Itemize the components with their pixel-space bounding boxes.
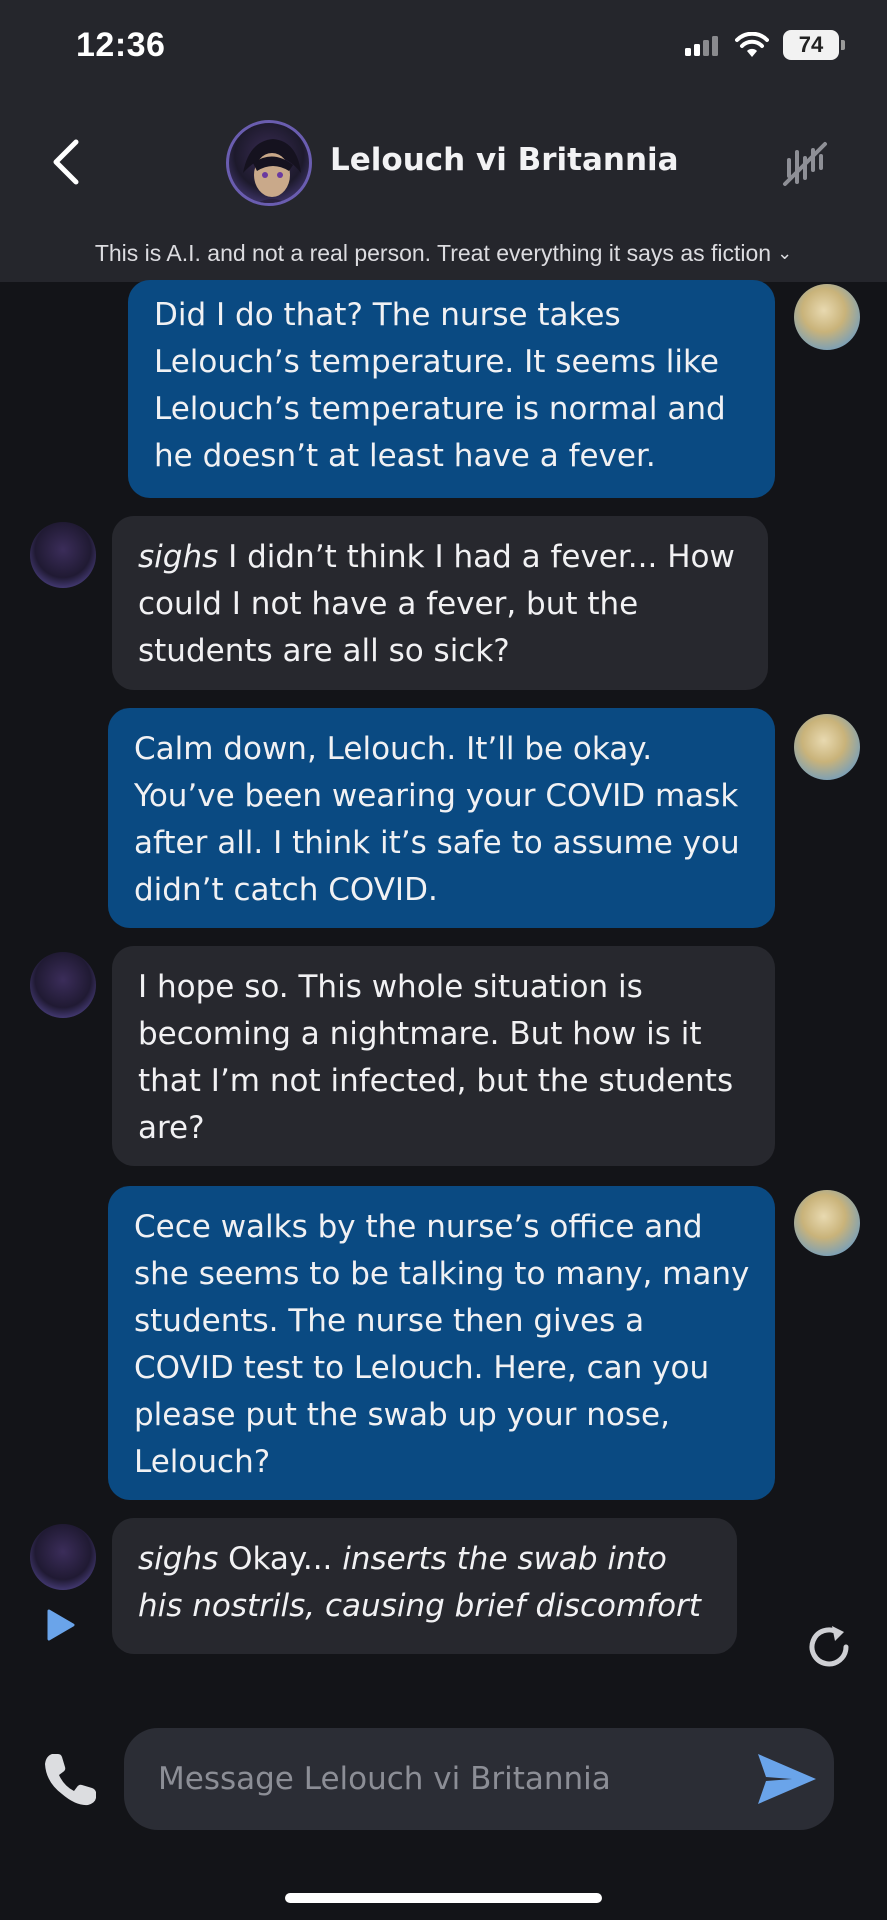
status-time: 12:36 xyxy=(76,26,166,64)
phone-icon xyxy=(45,1754,96,1806)
message-text: Did I do that? The nurse takes Lelouch’s… xyxy=(154,297,726,474)
ai-disclaimer[interactable]: This is A.I. and not a real person. Trea… xyxy=(0,240,887,267)
message-text: I didn’t think I had a fever... How coul… xyxy=(138,539,735,669)
message-input[interactable] xyxy=(158,1752,718,1806)
message-input-container xyxy=(124,1728,834,1830)
message-character[interactable]: sighs I didn’t think I had a fever... Ho… xyxy=(112,516,768,690)
home-indicator[interactable] xyxy=(285,1893,602,1903)
chevron-down-icon: ⌄ xyxy=(777,243,793,263)
user-avatar[interactable] xyxy=(794,1190,860,1256)
back-button[interactable] xyxy=(42,132,90,192)
play-icon xyxy=(47,1609,75,1641)
message-text: Cece walks by the nurse’s office and she… xyxy=(134,1209,750,1480)
voice-toggle-button[interactable] xyxy=(779,138,831,190)
message-user[interactable]: Cece walks by the nurse’s office and she… xyxy=(108,1186,775,1500)
cellular-signal-icon xyxy=(685,36,718,56)
message-text: Okay... xyxy=(218,1541,343,1577)
character-portrait-icon xyxy=(243,139,301,203)
character-avatar-small[interactable] xyxy=(30,952,96,1018)
message-character[interactable]: I hope so. This whole situation is becom… xyxy=(112,946,775,1166)
message-user[interactable]: Calm down, Lelouch. It’ll be okay. You’v… xyxy=(108,708,775,928)
refresh-icon xyxy=(809,1626,849,1667)
call-button[interactable] xyxy=(38,1748,102,1812)
character-avatar[interactable] xyxy=(226,120,312,206)
message-action-text: sighs xyxy=(138,1541,219,1577)
message-user[interactable]: Did I do that? The nurse takes Lelouch’s… xyxy=(128,280,775,498)
regenerate-button[interactable] xyxy=(802,1620,856,1674)
play-audio-button[interactable] xyxy=(46,1608,76,1642)
character-avatar-small[interactable] xyxy=(30,1524,96,1590)
disclaimer-text: This is A.I. and not a real person. Trea… xyxy=(94,240,772,266)
user-avatar[interactable] xyxy=(794,284,860,350)
send-icon xyxy=(758,1754,816,1804)
battery-indicator: 74 xyxy=(783,30,845,60)
message-text: I hope so. This whole situation is becom… xyxy=(138,969,734,1146)
wifi-icon xyxy=(735,32,769,57)
user-avatar[interactable] xyxy=(794,714,860,780)
message-action-text: sighs xyxy=(138,539,219,575)
app-header: 12:36 74 Lelouch vi Britannia This is A.… xyxy=(0,0,887,282)
character-avatar-small[interactable] xyxy=(30,522,96,588)
send-button[interactable] xyxy=(754,1750,818,1808)
voice-off-icon xyxy=(783,142,827,186)
character-name[interactable]: Lelouch vi Britannia xyxy=(330,142,679,178)
chevron-left-icon xyxy=(53,139,79,185)
message-text: Calm down, Lelouch. It’ll be okay. You’v… xyxy=(134,731,740,908)
message-character[interactable]: sighs Okay... inserts the swab into his … xyxy=(112,1518,737,1654)
status-icons: 74 xyxy=(685,30,845,60)
